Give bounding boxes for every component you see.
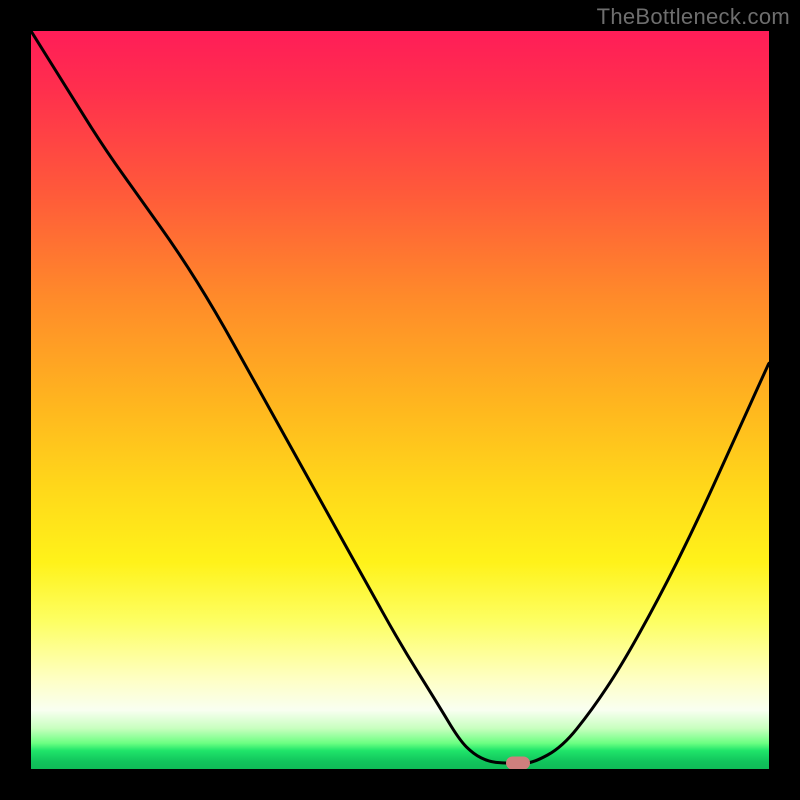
plot-area bbox=[31, 31, 769, 769]
watermark-text: TheBottleneck.com bbox=[597, 4, 790, 30]
chart-stage: TheBottleneck.com bbox=[0, 0, 800, 800]
optimal-point-marker bbox=[506, 757, 530, 769]
bottleneck-curve bbox=[31, 31, 769, 763]
curve-svg bbox=[31, 31, 769, 769]
